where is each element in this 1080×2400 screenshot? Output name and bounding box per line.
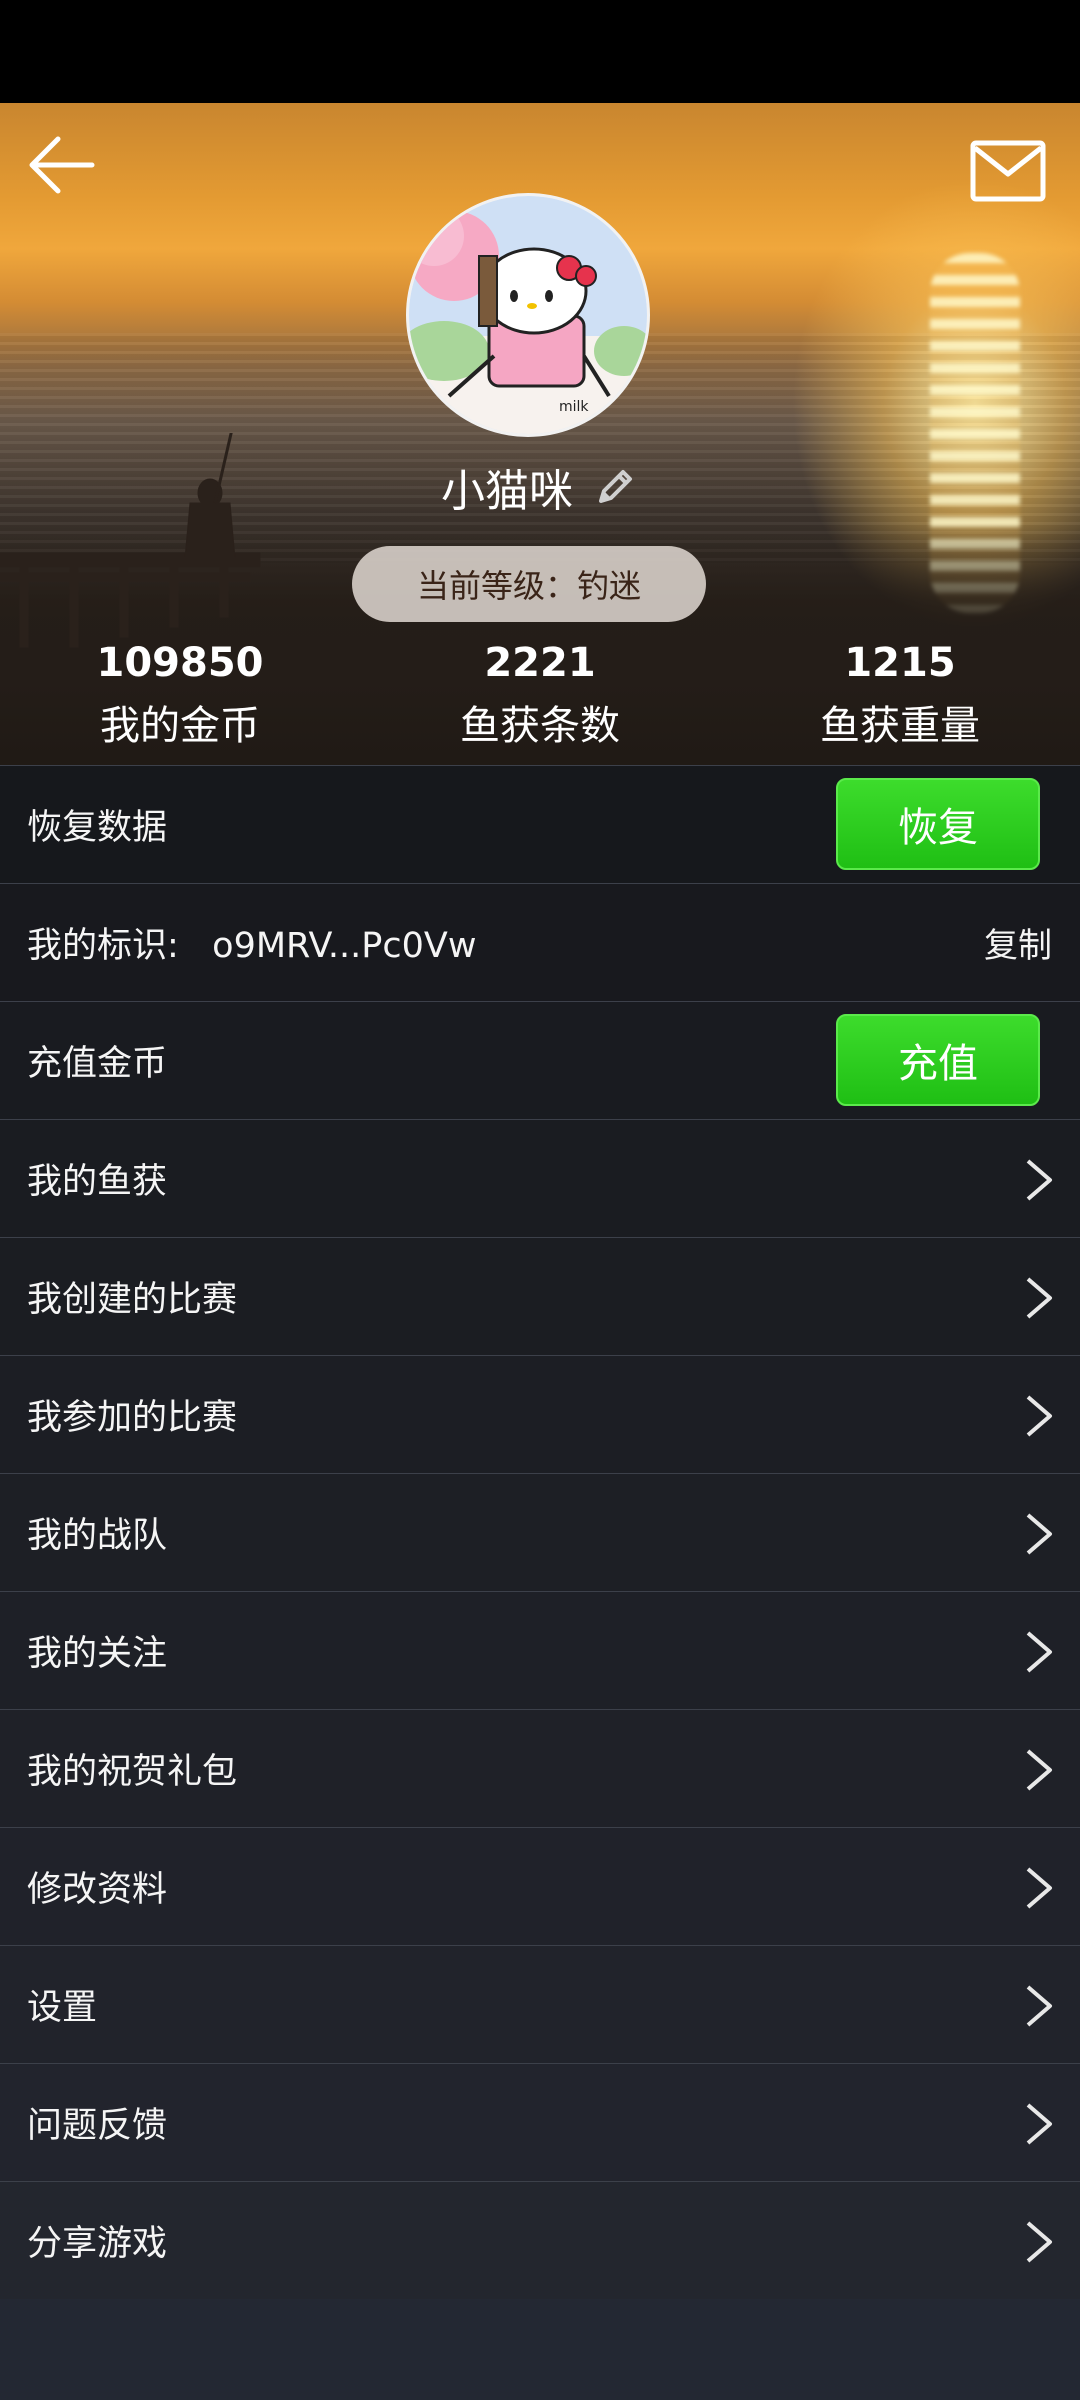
username-row: 小猫咪 bbox=[0, 452, 1080, 522]
menu-item-edit-profile[interactable]: 修改资料 bbox=[0, 1827, 1080, 1945]
menu-item-created-matches[interactable]: 我创建的比赛 bbox=[0, 1237, 1080, 1355]
menu-item-label: 我的祝贺礼包 bbox=[27, 1752, 238, 1792]
restore-button[interactable]: 恢复 bbox=[836, 778, 1040, 870]
settings-list: 恢复数据 恢复 我的标识: o9MRV...Pc0Vw 复制 充值金币 充值 我… bbox=[0, 765, 1080, 2299]
menu-item-label: 分享游戏 bbox=[27, 2224, 168, 2264]
stat-value: 109850 bbox=[96, 640, 264, 686]
chevron-right-icon bbox=[1026, 1395, 1052, 1437]
menu-item-joined-matches[interactable]: 我参加的比赛 bbox=[0, 1355, 1080, 1473]
row-recharge: 充值金币 充值 bbox=[0, 1001, 1080, 1119]
chevron-right-icon bbox=[1026, 1631, 1052, 1673]
menu-item-settings[interactable]: 设置 bbox=[0, 1945, 1080, 2063]
chevron-right-icon bbox=[1026, 1159, 1052, 1201]
row-label: 充值金币 bbox=[27, 1044, 168, 1084]
chevron-right-icon bbox=[1026, 1749, 1052, 1791]
profile-header: milk 小猫咪 当前等级：钓迷 109850 我的金币 2221 鱼获条数 1… bbox=[0, 103, 1080, 766]
stat-catch-count[interactable]: 2221 鱼获条数 bbox=[360, 632, 720, 758]
menu-item-label: 设置 bbox=[27, 1988, 98, 2028]
stat-label: 鱼获重量 bbox=[820, 703, 980, 749]
row-identity: 我的标识: o9MRV...Pc0Vw 复制 bbox=[0, 883, 1080, 1001]
chevron-right-icon bbox=[1026, 1277, 1052, 1319]
hello-kitty-avatar-image: milk bbox=[409, 196, 647, 434]
chevron-right-icon bbox=[1026, 2103, 1052, 2145]
stat-coins[interactable]: 109850 我的金币 bbox=[0, 632, 360, 758]
menu-item-my-team[interactable]: 我的战队 bbox=[0, 1473, 1080, 1591]
recharge-button[interactable]: 充值 bbox=[836, 1014, 1040, 1106]
menu-item-label: 问题反馈 bbox=[27, 2106, 168, 2146]
status-bar bbox=[0, 0, 1080, 103]
username: 小猫咪 bbox=[441, 466, 573, 517]
avatar[interactable]: milk bbox=[406, 193, 650, 437]
chevron-right-icon bbox=[1026, 1867, 1052, 1909]
mail-icon[interactable] bbox=[970, 140, 1046, 202]
row-label: 恢复数据 bbox=[27, 808, 168, 848]
stat-value: 1215 bbox=[844, 640, 956, 686]
chevron-right-icon bbox=[1026, 2221, 1052, 2263]
menu-item-share-game[interactable]: 分享游戏 bbox=[0, 2181, 1080, 2299]
back-arrow-icon[interactable] bbox=[22, 125, 102, 205]
chevron-right-icon bbox=[1026, 1985, 1052, 2027]
chevron-right-icon bbox=[1026, 1513, 1052, 1555]
identity-text: 我的标识: o9MRV...Pc0Vw bbox=[27, 926, 477, 966]
stat-value: 2221 bbox=[484, 640, 596, 686]
stat-label: 我的金币 bbox=[100, 703, 260, 749]
menu-item-label: 我参加的比赛 bbox=[27, 1398, 238, 1438]
menu-item-label: 我的战队 bbox=[27, 1516, 168, 1556]
row-restore-data: 恢复数据 恢复 bbox=[0, 765, 1080, 883]
stat-label: 鱼获条数 bbox=[460, 703, 620, 749]
menu-item-gift-packs[interactable]: 我的祝贺礼包 bbox=[0, 1709, 1080, 1827]
menu-item-my-catch[interactable]: 我的鱼获 bbox=[0, 1119, 1080, 1237]
menu-item-feedback[interactable]: 问题反馈 bbox=[0, 2063, 1080, 2181]
level-badge: 当前等级：钓迷 bbox=[352, 546, 706, 622]
menu-item-label: 修改资料 bbox=[27, 1870, 168, 1910]
svg-text:milk: milk bbox=[559, 399, 589, 415]
copy-button[interactable]: 复制 bbox=[984, 918, 1052, 967]
stat-catch-weight[interactable]: 1215 鱼获重量 bbox=[720, 632, 1080, 758]
menu-item-label: 我的关注 bbox=[27, 1634, 168, 1674]
pencil-icon[interactable] bbox=[591, 463, 639, 511]
menu-item-label: 我的鱼获 bbox=[27, 1162, 168, 1202]
menu-item-label: 我创建的比赛 bbox=[27, 1280, 238, 1320]
stats-bar: 109850 我的金币 2221 鱼获条数 1215 鱼获重量 bbox=[0, 632, 1080, 762]
menu-item-my-follows[interactable]: 我的关注 bbox=[0, 1591, 1080, 1709]
